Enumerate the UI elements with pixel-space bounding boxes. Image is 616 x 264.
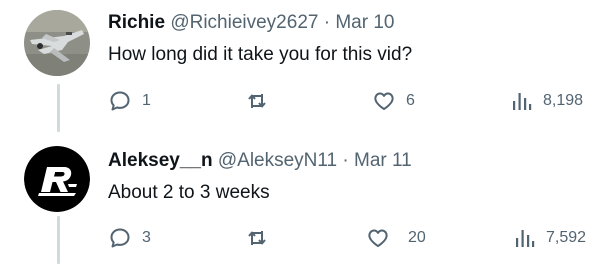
- bar-chart-icon: [513, 93, 532, 110]
- reply-button[interactable]: 1: [108, 89, 151, 113]
- like-button[interactable]: 20: [366, 226, 426, 250]
- user-handle[interactable]: @Richieivey2627: [170, 12, 318, 33]
- reply-button[interactable]: 3: [108, 226, 151, 250]
- tweet-text: How long did it take you for this vid?: [108, 44, 413, 65]
- reply-tweet[interactable]: Aleksey__n @AlekseyN11 · Mar 11 About 2 …: [0, 132, 616, 264]
- display-name[interactable]: Richie: [108, 12, 165, 33]
- reply-count: 3: [142, 229, 151, 246]
- thread-line: [57, 84, 60, 132]
- retweet-icon: [248, 231, 266, 245]
- drone-photo-avatar: [24, 10, 90, 76]
- retweet-icon: [248, 94, 266, 108]
- separator-dot: ·: [323, 12, 331, 33]
- view-count: 7,592: [546, 229, 587, 246]
- thread-line: [57, 216, 60, 264]
- tweet-header: Aleksey__n @AlekseyN11 · Mar 11: [108, 148, 412, 174]
- separator-dot: ·: [342, 150, 349, 171]
- heart-icon: [374, 92, 394, 110]
- bar-chart-icon: [516, 230, 535, 247]
- reply-count: 1: [142, 92, 151, 109]
- retweet-button[interactable]: [245, 226, 279, 250]
- like-count: 6: [406, 92, 415, 109]
- speech-bubble-icon: [110, 91, 130, 111]
- avatar[interactable]: [24, 146, 90, 212]
- speech-bubble-icon: [110, 228, 130, 248]
- tweet-date[interactable]: Mar 10: [335, 12, 394, 33]
- reply-tweet[interactable]: Richie @Richieivey2627 · Mar 10 How long…: [0, 0, 616, 132]
- tweet-text: About 2 to 3 weeks: [108, 182, 270, 203]
- views-button[interactable]: 8,198: [511, 89, 583, 113]
- tweet-date[interactable]: Mar 11: [354, 150, 412, 171]
- display-name[interactable]: Aleksey__n: [108, 150, 213, 171]
- retweet-button[interactable]: [245, 89, 279, 113]
- tweet-header: Richie @Richieivey2627 · Mar 10: [108, 10, 394, 36]
- user-handle[interactable]: @AlekseyN11: [218, 150, 337, 171]
- heart-icon: [368, 229, 388, 247]
- r-logo-avatar: [24, 146, 90, 212]
- view-count: 8,198: [543, 92, 584, 109]
- avatar[interactable]: [24, 10, 90, 76]
- views-button[interactable]: 7,592: [514, 226, 586, 250]
- like-button[interactable]: 6: [372, 89, 415, 113]
- like-count: 20: [408, 229, 426, 246]
